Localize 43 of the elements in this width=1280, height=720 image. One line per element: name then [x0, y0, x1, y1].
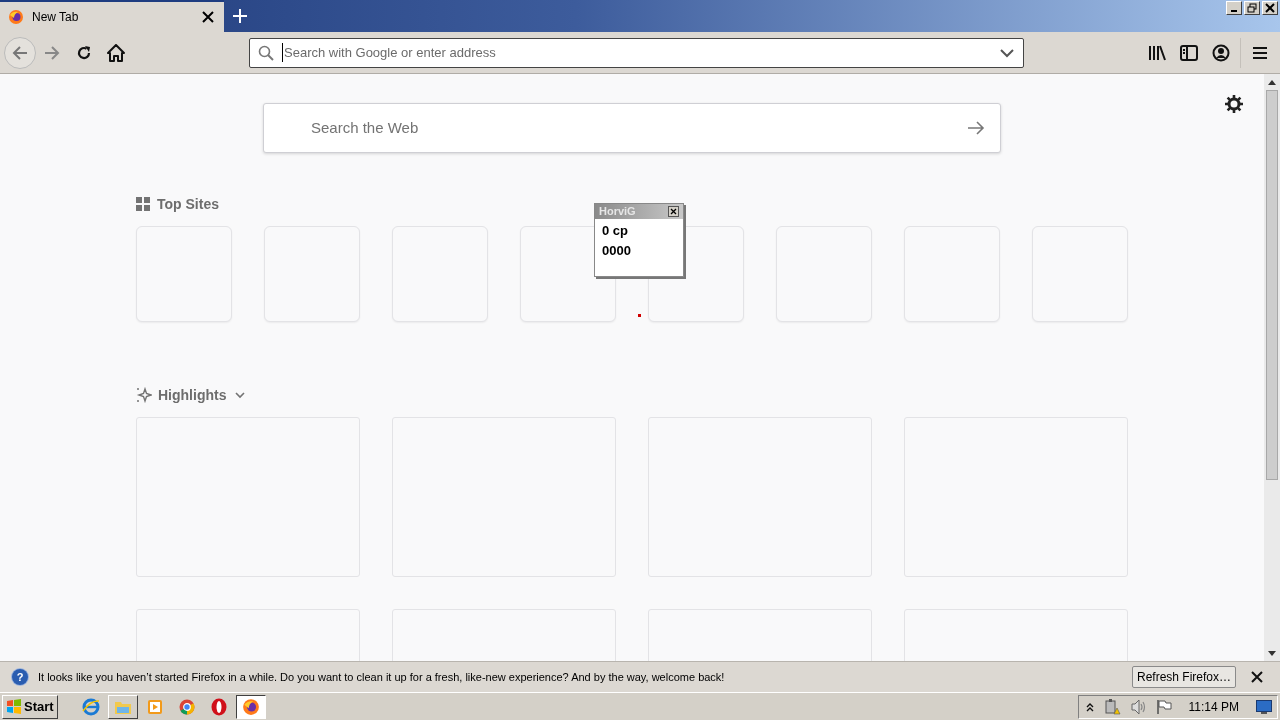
ring-browser-icon — [178, 698, 195, 715]
browser-logo-icon — [8, 9, 24, 25]
fox-browser-icon — [241, 697, 260, 716]
section-heading: Top Sites — [157, 194, 219, 214]
chevron-down-icon[interactable] — [234, 389, 247, 401]
browser-tab[interactable]: New Tab — [0, 0, 224, 32]
play-icon — [146, 698, 163, 715]
minimize-button[interactable] — [1226, 1, 1242, 15]
web-search-field[interactable]: Search the Web — [263, 103, 1001, 153]
popup-text: 0000 — [601, 243, 632, 259]
network-icon[interactable] — [1102, 698, 1123, 715]
scroll-down-icon[interactable] — [1268, 650, 1276, 656]
popup-close-button[interactable] — [668, 206, 679, 217]
back-button[interactable] — [4, 36, 36, 69]
search-icon — [258, 44, 274, 61]
scrollbar[interactable] — [1264, 74, 1280, 661]
restore-icon — [1247, 3, 1257, 13]
close-icon — [670, 208, 677, 215]
settings-icon[interactable] — [1224, 94, 1244, 114]
o-circle-icon — [210, 697, 227, 716]
flag-icon[interactable] — [1154, 698, 1173, 715]
e-browser-icon — [81, 697, 100, 716]
section-heading: Highlights — [158, 385, 227, 405]
close-tab-icon[interactable] — [200, 9, 216, 25]
scroll-up-icon[interactable] — [1268, 79, 1276, 85]
refresh-button[interactable]: Refresh Firefox… — [1131, 666, 1236, 688]
popup-text: 0 cp — [601, 223, 629, 239]
start-button[interactable]: Start — [2, 694, 58, 719]
help-icon: ? — [12, 669, 28, 685]
taskbar-app-button[interactable] — [235, 694, 266, 719]
address-bar[interactable]: Search with Google or enter address — [249, 37, 1024, 68]
dot-mark — [638, 314, 641, 317]
close-icon — [1265, 3, 1275, 13]
show-desktop-icon[interactable] — [1255, 698, 1273, 715]
search-input[interactable]: Search the Web — [311, 116, 966, 140]
back-arrow-icon — [12, 44, 28, 61]
grid-icon — [136, 197, 150, 211]
sparkle-icon — [136, 387, 152, 403]
close-window-button[interactable] — [1262, 1, 1278, 15]
notification-text: It looks like you haven’t started Firefox in a while. Do you want to clean it up for a fresh, like-new experience? And by the way, welcome back! — [38, 669, 726, 685]
restore-button[interactable] — [1244, 1, 1260, 15]
popup-title: HorviG — [599, 204, 636, 220]
windows-logo-icon — [6, 698, 22, 715]
